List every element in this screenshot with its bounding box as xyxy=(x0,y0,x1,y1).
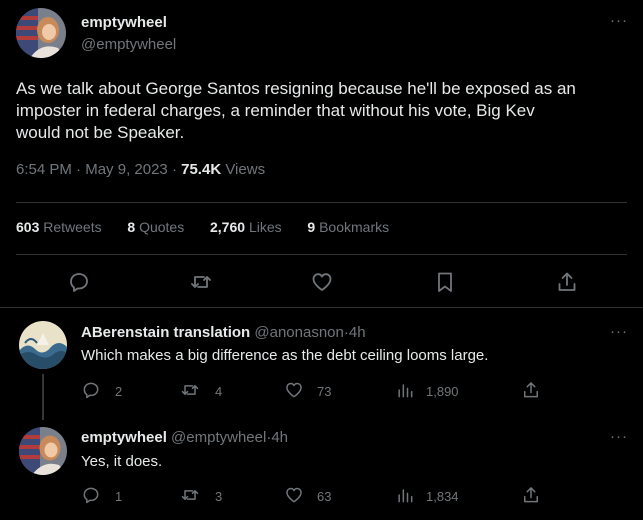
bookmarks-stat[interactable]: 9 Bookmarks xyxy=(307,219,389,235)
like-icon[interactable] xyxy=(310,270,334,294)
share-icon[interactable] xyxy=(521,380,541,400)
more-options-icon[interactable]: ··· xyxy=(610,324,628,339)
reply-count: 2 xyxy=(115,384,123,399)
author-name[interactable]: emptywheel xyxy=(81,429,167,446)
tweet-text-line: As we talk about George Santos resigning… xyxy=(16,79,576,98)
separator: · xyxy=(76,161,82,178)
divider xyxy=(16,202,627,203)
reply-time[interactable]: 4h xyxy=(349,324,366,341)
retweet-count: 4 xyxy=(215,384,223,399)
thread-line xyxy=(42,374,44,420)
likes-count: 2,760 xyxy=(210,219,246,235)
reply-header: ABerenstain translation @anonasnon·4h xyxy=(81,324,366,341)
reply-icon[interactable] xyxy=(81,380,101,400)
stats-row: 603 Retweets 8 Quotes 2,760 Likes 9 Book… xyxy=(16,219,389,235)
reply-text: Yes, it does. xyxy=(81,453,163,470)
likes-stat[interactable]: 2,760 Likes xyxy=(210,219,282,235)
views-count: 75.4K xyxy=(181,161,222,178)
avatar[interactable] xyxy=(19,427,67,475)
bookmarks-count: 9 xyxy=(307,219,316,235)
tweet-text: As we talk about George Santos resigning… xyxy=(16,78,636,144)
avatar-image xyxy=(19,427,67,475)
author-handle[interactable]: @anonasnon xyxy=(254,324,343,341)
retweets-stat[interactable]: 603 Retweets xyxy=(16,219,102,235)
reply-header: emptywheel @emptywheel·4h xyxy=(81,429,288,446)
views-count: 1,834 xyxy=(426,489,459,504)
views-count: 1,890 xyxy=(426,384,459,399)
tweet-metadata: 6:54 PM · May 9, 2023 · 75.4K Views xyxy=(16,161,265,178)
avatar-image xyxy=(16,8,66,58)
reply-count: 1 xyxy=(115,489,123,504)
tweet-time[interactable]: 6:54 PM xyxy=(16,161,72,178)
author-name[interactable]: emptywheel xyxy=(81,14,167,31)
share-icon[interactable] xyxy=(555,270,579,294)
reply-icon[interactable] xyxy=(67,270,91,294)
author-handle[interactable]: @emptywheel xyxy=(81,36,176,53)
retweet-count: 3 xyxy=(215,489,223,504)
author-name[interactable]: ABerenstain translation xyxy=(81,324,250,341)
more-options-icon[interactable]: ··· xyxy=(610,429,628,444)
like-count: 63 xyxy=(317,489,332,504)
reply-time[interactable]: 4h xyxy=(271,429,288,446)
quotes-count: 8 xyxy=(127,219,136,235)
like-icon[interactable] xyxy=(284,380,304,400)
like-icon[interactable] xyxy=(284,485,304,505)
reply-icon[interactable] xyxy=(81,485,101,505)
likes-label: Likes xyxy=(248,219,282,235)
retweet-icon[interactable] xyxy=(180,380,200,400)
quotes-label: Quotes xyxy=(139,219,185,235)
tweet-text-line: would not be Speaker. xyxy=(16,123,185,142)
views-icon[interactable] xyxy=(395,380,415,400)
more-options-icon[interactable]: ··· xyxy=(610,13,628,28)
retweets-label: Retweets xyxy=(43,219,102,235)
views-icon[interactable] xyxy=(395,485,415,505)
divider xyxy=(16,254,627,255)
share-icon[interactable] xyxy=(521,485,541,505)
retweet-icon[interactable] xyxy=(180,485,200,505)
views-label: Views xyxy=(225,161,266,178)
avatar-image xyxy=(19,321,67,369)
avatar[interactable] xyxy=(19,321,67,369)
retweets-count: 603 xyxy=(16,219,40,235)
avatar[interactable] xyxy=(16,8,66,58)
tweet-text-line: imposter in federal charges, a reminder … xyxy=(16,101,535,120)
bookmark-icon[interactable] xyxy=(433,270,457,294)
quotes-stat[interactable]: 8 Quotes xyxy=(127,219,184,235)
author-handle[interactable]: @emptywheel xyxy=(171,429,266,446)
reply-text: Which makes a big difference as the debt… xyxy=(81,347,489,364)
bookmarks-label: Bookmarks xyxy=(319,219,390,235)
retweet-icon[interactable] xyxy=(189,270,213,294)
separator: · xyxy=(171,161,177,178)
divider xyxy=(0,307,643,308)
tweet-date[interactable]: May 9, 2023 xyxy=(85,161,168,178)
like-count: 73 xyxy=(317,384,332,399)
